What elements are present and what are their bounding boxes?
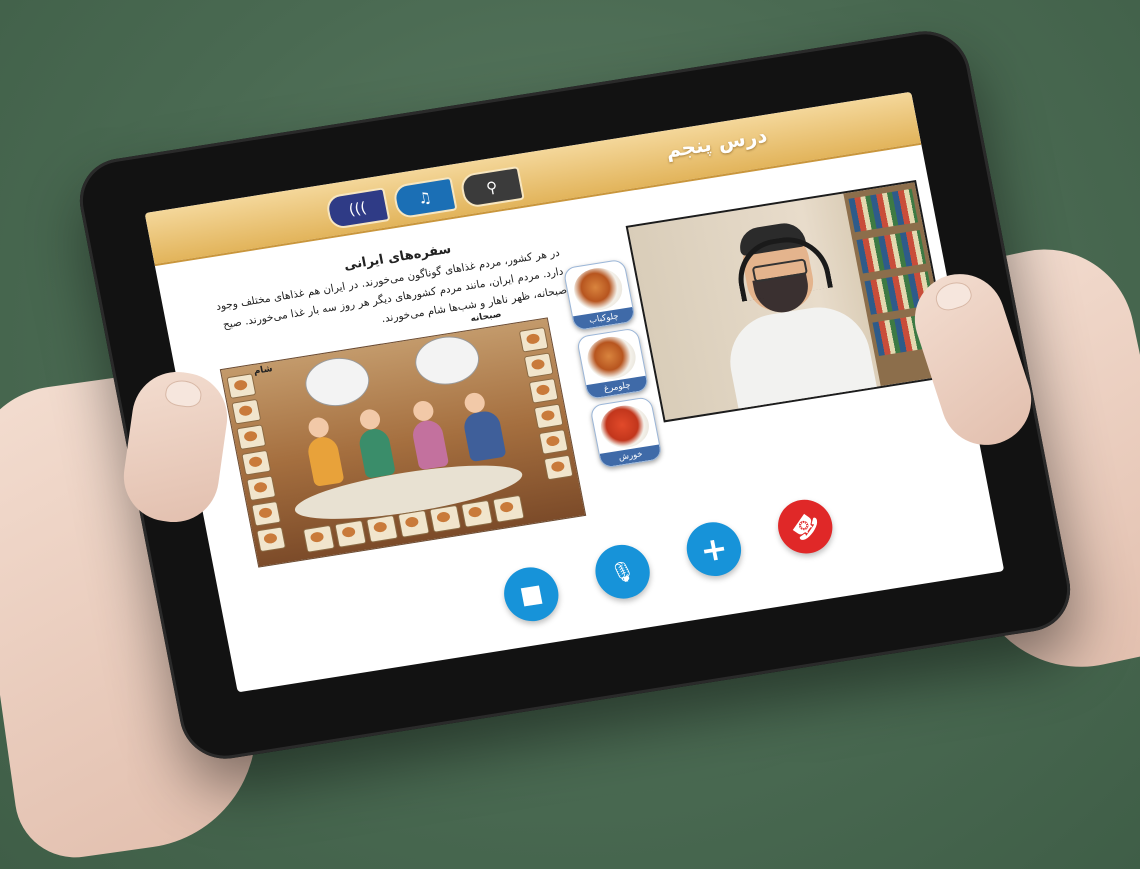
teacher-figure — [695, 214, 881, 423]
dish-thumbnail — [226, 373, 257, 399]
family-member — [461, 391, 507, 463]
headphones-icon[interactable]: ♫ — [391, 176, 458, 220]
dish-thumbnail — [236, 424, 267, 450]
food-caption: چلوکباب — [572, 306, 635, 331]
teacher-shirt — [721, 300, 881, 423]
food-card[interactable]: چلوکباب — [562, 258, 637, 332]
family-dinner-illustration: شام صبحانه — [219, 310, 587, 568]
video-camera-button[interactable]: ■ — [499, 563, 564, 626]
food-card[interactable]: خورش — [589, 396, 663, 469]
headphones-glyph: ♫ — [416, 188, 434, 208]
thought-bubble — [301, 353, 374, 411]
plus-icon: + — [697, 528, 731, 570]
family-member — [305, 416, 345, 487]
book-row — [856, 230, 927, 274]
family-member — [357, 407, 396, 479]
breakfast-dishes-column — [518, 326, 574, 481]
dish-thumbnail — [366, 514, 399, 543]
end-call-button[interactable]: ☎ — [773, 495, 838, 558]
head — [358, 407, 382, 431]
dinner-label: شام — [252, 364, 274, 377]
dish-thumbnail — [256, 526, 287, 553]
tablet-screen: ((( ♫ ⚲ درس پنجم سفره‌های ایرانی در هر ک… — [144, 91, 1005, 693]
thumbnail-nail — [932, 278, 975, 314]
video-camera-icon: ■ — [517, 578, 546, 610]
food-photo — [583, 333, 640, 383]
tablet-device: ((( ♫ ⚲ درس پنجم سفره‌های ایرانی در هر ک… — [72, 25, 1078, 765]
book-row — [848, 188, 919, 233]
call-controls: ■ 🎙 + ☎ — [498, 495, 838, 626]
lesson-title: درس پنجم — [663, 123, 770, 163]
dish-thumbnail — [334, 519, 367, 548]
thought-bubble — [410, 331, 484, 390]
dish-thumbnail — [251, 500, 282, 527]
microphone-icon: 🎙 — [607, 557, 638, 586]
audio-waves-glyph: ((( — [347, 198, 368, 219]
head — [306, 416, 331, 439]
thumbnail-nail — [163, 378, 204, 409]
dish-thumbnail — [429, 504, 462, 533]
dish-thumbnail — [246, 475, 277, 502]
dish-thumbnail — [523, 352, 554, 379]
food-caption: چلومرغ — [586, 375, 649, 399]
teacher-video-feed — [625, 180, 955, 423]
audio-waves-icon[interactable]: ((( — [324, 187, 391, 231]
head — [411, 399, 436, 423]
magnifier-glyph: ⚲ — [484, 177, 500, 198]
dish-thumbnail — [460, 499, 494, 528]
microphone-button[interactable]: 🎙 — [590, 540, 655, 603]
dish-thumbnail — [533, 403, 564, 430]
add-participant-button[interactable]: + — [682, 518, 746, 580]
family-member — [410, 399, 450, 471]
food-caption: خورش — [599, 444, 662, 468]
food-card[interactable]: چلومرغ — [575, 327, 650, 400]
head — [462, 391, 487, 415]
dinner-dishes-column — [226, 373, 287, 553]
food-photo — [597, 402, 653, 451]
dish-thumbnail — [231, 398, 262, 425]
hang-up-icon: ☎ — [785, 506, 826, 547]
food-photo — [570, 264, 626, 314]
dish-thumbnail — [397, 509, 430, 538]
dish-thumbnail — [543, 454, 574, 481]
dish-thumbnail — [492, 494, 525, 523]
dish-thumbnail — [302, 524, 336, 553]
media-tabs: ((( ♫ ⚲ — [324, 166, 525, 231]
dish-thumbnail — [518, 326, 549, 353]
dish-thumbnail — [538, 429, 569, 455]
dish-thumbnail — [241, 449, 272, 476]
dish-thumbnail — [528, 378, 559, 404]
magnifier-icon[interactable]: ⚲ — [459, 166, 525, 209]
